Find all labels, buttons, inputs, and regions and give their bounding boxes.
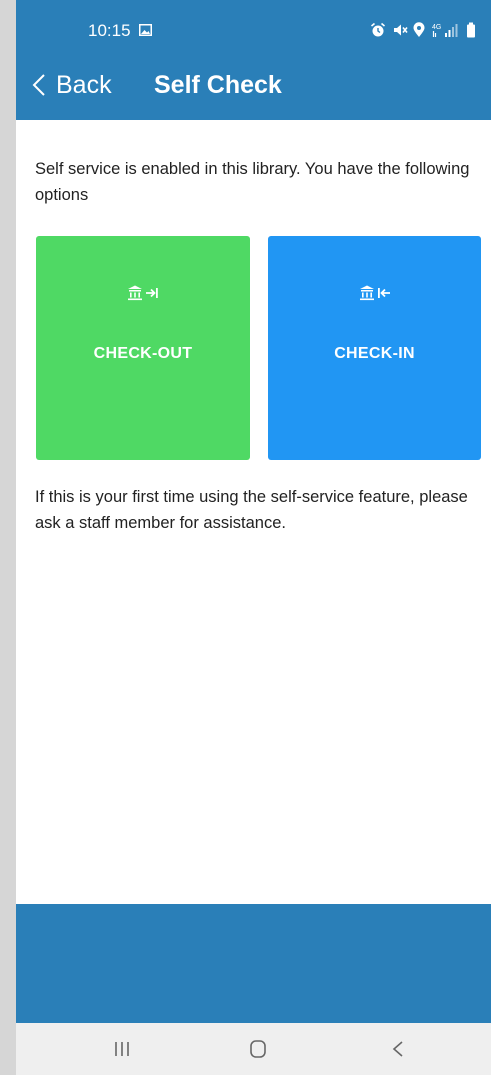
app-bar: Back Self Check [16,52,491,120]
checkout-button[interactable]: CHECK-OUT [36,236,250,460]
library-checkin-icon [268,283,481,307]
alarm-icon [370,22,386,37]
library-checkout-icon [36,283,250,307]
home-icon[interactable] [238,1037,278,1061]
system-nav-bar [16,1023,491,1075]
status-time: 10:15 [88,21,131,40]
back-button[interactable]: Back [32,68,112,102]
page-title: Self Check [154,71,282,99]
checkout-label: CHECK-OUT [93,345,193,362]
checkin-button[interactable]: CHECK-IN [268,236,481,460]
4g-signal-icon: 4G [432,24,458,37]
status-bar: 10:15 4G [16,0,491,52]
footer-bar [16,904,491,1023]
app-screen: 10:15 4G Back Self Check Self service is… [16,0,491,1075]
main-content: Self service is enabled in this library.… [16,120,491,904]
chevron-left-icon [32,74,45,96]
status-icons: 4G [370,22,480,38]
gallery-icon [139,24,152,36]
header: 10:15 4G Back Self Check [16,0,491,120]
location-icon [413,22,425,37]
back-icon[interactable] [378,1037,418,1061]
mute-icon [394,24,408,36]
svg-text:4G: 4G [432,24,441,31]
help-text: If this is your first time using the sel… [35,488,468,532]
recents-icon[interactable] [102,1037,142,1061]
battery-icon [467,22,475,38]
back-label: Back [56,71,112,99]
intro-text: Self service is enabled in this library.… [35,160,470,204]
checkin-label: CHECK-IN [334,345,415,362]
